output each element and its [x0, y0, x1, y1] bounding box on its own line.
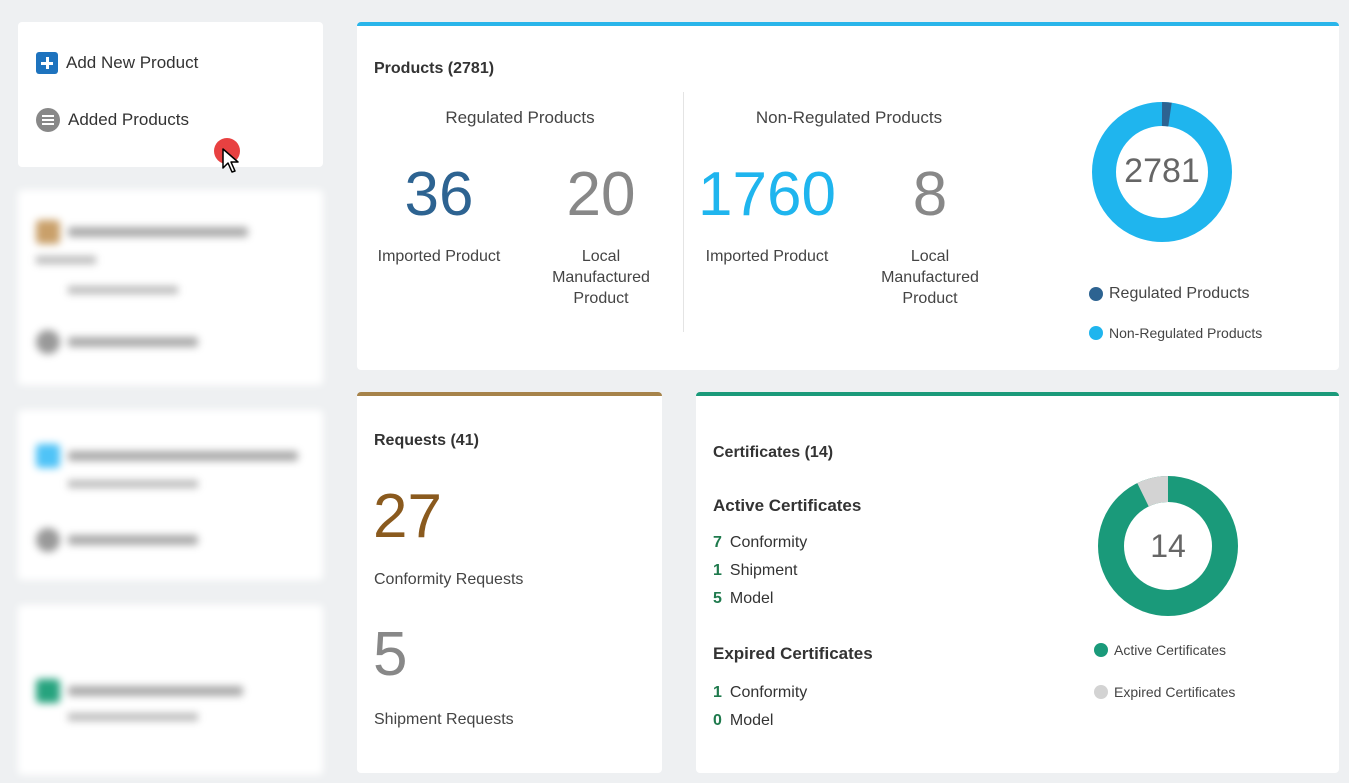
active-legend-dot: [1094, 643, 1108, 657]
expired-certificates-heading: Expired Certificates: [713, 644, 873, 663]
cert-label: Conformity: [729, 684, 808, 701]
sidebar-blurred-card-3: [18, 605, 323, 775]
cert-label: Shipment: [729, 562, 798, 579]
cert-count: 5: [713, 590, 722, 607]
added-products-label: Added Products: [68, 110, 189, 129]
conformity-requests-label: Conformity Requests: [374, 571, 524, 588]
regulated-products-heading: Regulated Products: [445, 108, 595, 127]
cert-count: 0: [713, 712, 722, 729]
expired-cert-row: 1 Conformity: [713, 684, 807, 702]
add-new-product-link[interactable]: Add New Product: [36, 52, 198, 74]
active-cert-row: 5 Model: [713, 590, 773, 608]
legend-active: Active Certificates: [1094, 642, 1226, 658]
requests-card: Requests (41) 27 Conformity Requests 5 S…: [357, 392, 662, 773]
cert-label: Conformity: [729, 534, 808, 551]
requests-title: Requests (41): [374, 432, 479, 449]
certificates-donut-total: 14: [1150, 528, 1186, 564]
add-new-product-label: Add New Product: [66, 53, 199, 72]
products-divider: [683, 92, 684, 332]
shipment-requests-count: 5: [373, 620, 408, 689]
non-regulated-legend-dot: [1089, 326, 1103, 340]
conformity-requests-count: 27: [373, 482, 442, 551]
active-certificates-heading: Active Certificates: [713, 496, 862, 515]
cert-label: Model: [729, 712, 774, 729]
active-cert-row: 7 Conformity: [713, 534, 807, 552]
products-title: Products (2781): [374, 60, 495, 77]
expired-legend-dot: [1094, 685, 1108, 699]
mouse-cursor-icon: [222, 148, 239, 173]
products-card: Products (2781) Regulated Products 36 20…: [357, 22, 1339, 370]
non-regulated-local-label: Local Manufactured Product: [881, 248, 979, 307]
non-regulated-imported-label: Imported Product: [705, 248, 829, 265]
regulated-legend-dot: [1089, 287, 1103, 301]
regulated-local-count: 20: [566, 160, 636, 229]
certificates-card: Certificates (14) Active Certificates 7C…: [696, 392, 1339, 773]
legend-active-label: Active Certificates: [1114, 642, 1227, 658]
legend-regulated-label: Regulated Products: [1109, 285, 1250, 302]
non-regulated-imported-count: 1760: [698, 160, 836, 229]
regulated-arc: [1161, 102, 1172, 127]
added-products-link[interactable]: Added Products: [36, 108, 189, 132]
plus-icon: [36, 52, 58, 74]
cert-label: Model: [729, 590, 774, 607]
legend-non-regulated-label: Non-Regulated Products: [1109, 325, 1263, 341]
cert-count: 7: [713, 534, 722, 551]
regulated-imported-count: 36: [404, 160, 474, 229]
legend-expired: Expired Certificates: [1094, 684, 1235, 700]
legend-non-regulated: Non-Regulated Products: [1089, 325, 1262, 341]
legend-expired-label: Expired Certificates: [1114, 684, 1236, 700]
sidebar-blurred-card-1: [18, 190, 323, 385]
products-donut-total: 2781: [1124, 152, 1200, 190]
cert-count: 1: [713, 684, 722, 701]
list-icon: [36, 108, 60, 132]
sidebar-actions-card: Add New Product Added Products: [18, 22, 323, 173]
non-regulated-local-count: 8: [912, 160, 948, 229]
expired-arc: [1137, 476, 1169, 507]
legend-regulated: Regulated Products: [1089, 285, 1250, 303]
active-cert-row: 1 Shipment: [713, 562, 798, 580]
shipment-requests-label: Shipment Requests: [374, 711, 514, 728]
expired-cert-row: 0 Model: [713, 712, 773, 730]
sidebar-blurred-card-2: [18, 410, 323, 580]
non-regulated-products-heading: Non-Regulated Products: [755, 108, 943, 127]
cert-count: 1: [713, 562, 722, 579]
regulated-imported-label: Imported Product: [377, 248, 501, 265]
certificates-title: Certificates (14): [713, 444, 834, 461]
regulated-local-label: Local Manufactured Product: [552, 248, 650, 307]
